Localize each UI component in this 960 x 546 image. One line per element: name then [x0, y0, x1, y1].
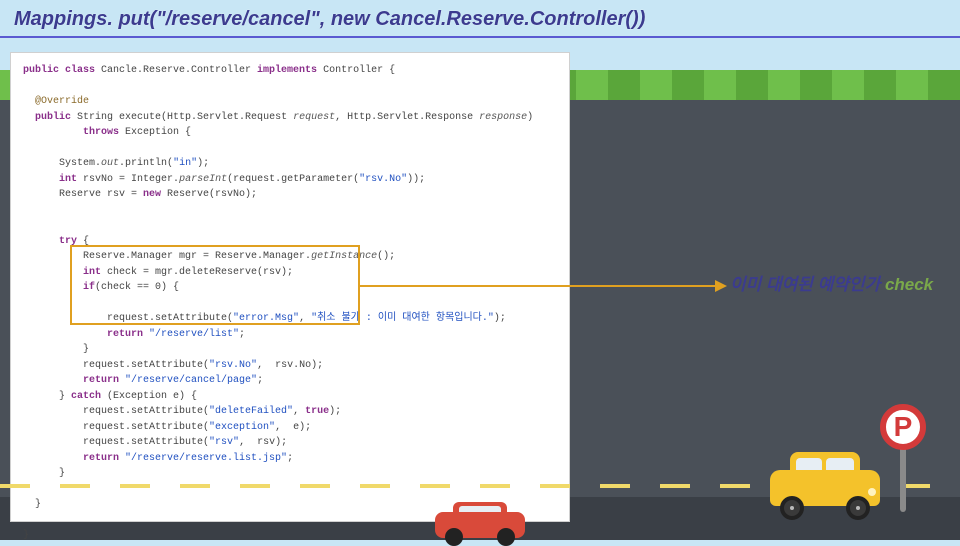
annotation-arrow: [360, 285, 725, 287]
annotation-check-word: check: [885, 275, 933, 294]
yellow-car-icon: [770, 450, 880, 520]
parking-sign-icon: P: [880, 404, 926, 450]
parking-sign-pole: [900, 442, 906, 512]
slide-title: Mappings. put("/reserve/cancel", new Can…: [14, 8, 645, 31]
annotation-korean: 이미 대여된 예약인가: [730, 275, 885, 294]
title-underline: [0, 36, 960, 38]
code-highlight-box: [70, 245, 360, 325]
parking-letter: P: [894, 411, 913, 443]
annotation-text: 이미 대여된 예약인가 check: [730, 270, 933, 295]
red-car-icon: [435, 498, 525, 546]
